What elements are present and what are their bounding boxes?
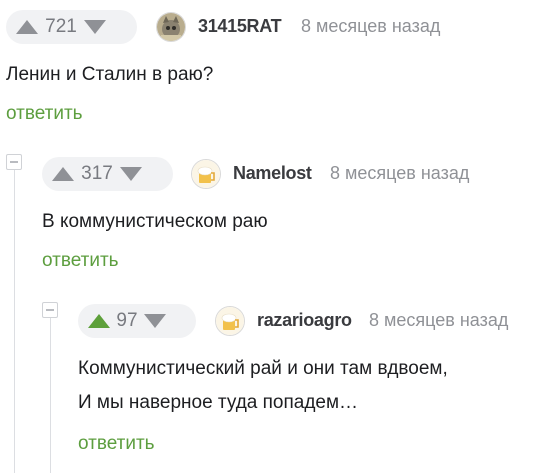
comment-body: Ленин и Сталин в раю? xyxy=(6,58,213,92)
arrow-up-icon xyxy=(88,314,110,328)
comment-author[interactable]: razarioagro xyxy=(257,310,352,331)
rating-control: 97 xyxy=(78,304,196,338)
arrow-up-icon xyxy=(52,167,74,181)
arrow-down-icon xyxy=(84,20,106,34)
comment-timestamp[interactable]: 8 месяцев назад xyxy=(301,16,440,37)
avatar[interactable] xyxy=(215,306,245,336)
rating-count: 317 xyxy=(81,163,113,184)
comment-timestamp[interactable]: 8 месяцев назад xyxy=(369,310,508,331)
arrow-up-icon xyxy=(16,20,38,34)
avatar[interactable] xyxy=(156,12,186,42)
reply-button[interactable]: ответить xyxy=(42,250,119,272)
upvote-button[interactable] xyxy=(16,18,38,36)
rating-count: 721 xyxy=(45,16,77,37)
avatar[interactable] xyxy=(191,159,221,189)
reply-button[interactable]: ответить xyxy=(6,103,83,125)
comment-text-line: Ленин и Сталин в раю? xyxy=(6,64,214,85)
comment-timestamp[interactable]: 8 месяцев назад xyxy=(330,163,469,184)
comment-author[interactable]: Namelost xyxy=(233,163,312,184)
downvote-button[interactable] xyxy=(120,165,142,183)
reply-button[interactable]: ответить xyxy=(78,433,155,455)
rating-control: 317 xyxy=(42,157,173,191)
rating-count: 97 xyxy=(116,310,138,331)
default-beer-avatar-icon xyxy=(192,160,220,188)
comment-text-line: И мы наверное туда попадем… xyxy=(78,392,359,413)
collapse-thread-button[interactable] xyxy=(42,302,58,318)
upvote-button[interactable] xyxy=(52,165,74,183)
comment-text-line: Коммунистический рай и они там вдвоем, xyxy=(78,358,448,379)
default-beer-avatar-icon xyxy=(216,307,244,335)
thread-line-level-2[interactable] xyxy=(50,318,51,473)
comment-body: Коммунистический рай и они там вдвоем, И… xyxy=(78,352,448,420)
cat-photo-avatar-icon xyxy=(157,13,185,41)
collapse-thread-button[interactable] xyxy=(6,154,22,170)
comment-body: В коммунистическом раю xyxy=(42,205,268,239)
arrow-down-icon xyxy=(120,167,142,181)
rating-control: 721 xyxy=(6,10,137,44)
downvote-button[interactable] xyxy=(84,18,106,36)
thread-line-level-1[interactable] xyxy=(14,170,15,473)
arrow-down-icon xyxy=(144,314,166,328)
comment-author[interactable]: 31415RAT xyxy=(198,16,282,37)
downvote-button[interactable] xyxy=(144,312,166,330)
comment-text-line: В коммунистическом раю xyxy=(42,211,268,232)
upvote-button[interactable] xyxy=(88,312,110,330)
